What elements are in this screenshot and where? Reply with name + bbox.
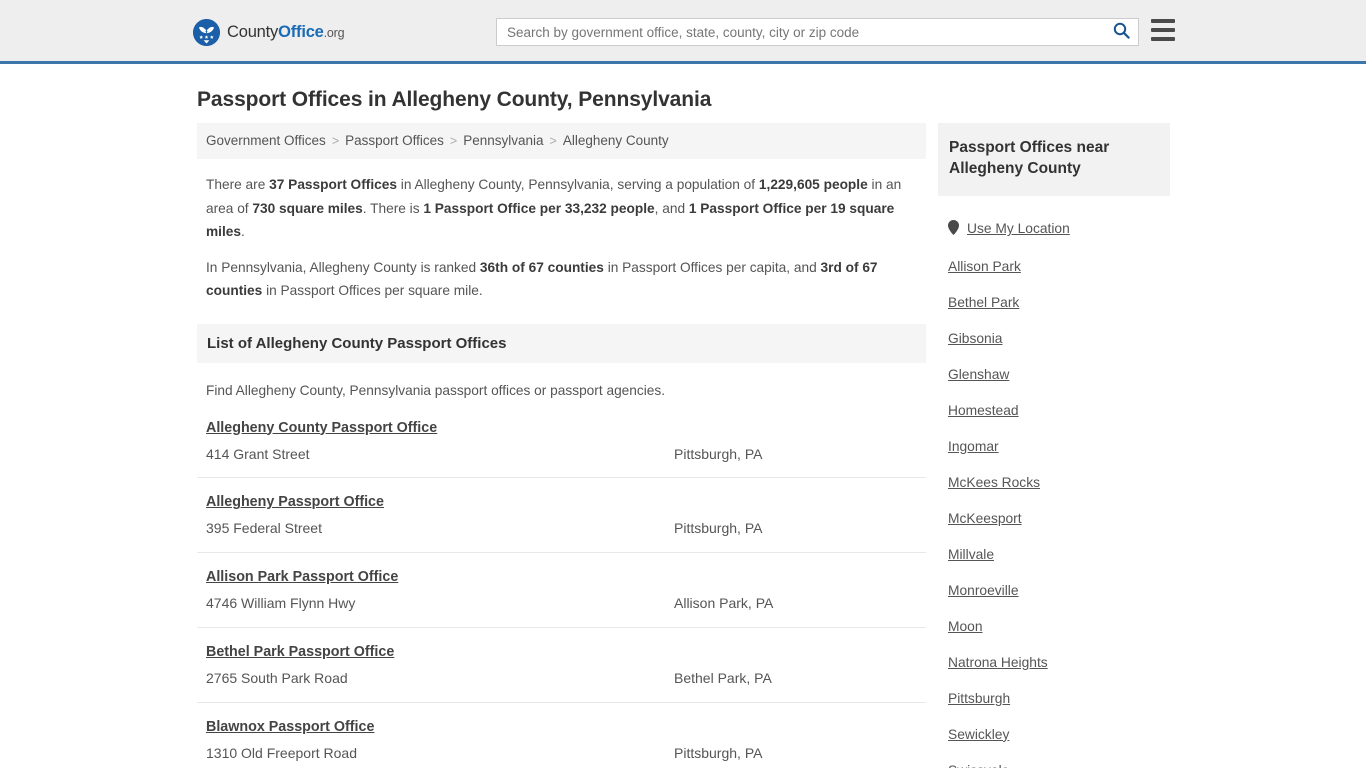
sidebar-city-link[interactable]: Allison Park [948,259,1160,274]
list-section-heading: List of Allegheny County Passport Office… [197,324,926,363]
office-address: 395 Federal Street [206,520,322,537]
intro-stat: 1 Passport Office per 33,232 people [423,200,655,216]
sidebar-city-link[interactable]: Homestead [948,403,1160,418]
office-row: Allegheny County Passport Office 414 Gran… [197,419,926,479]
sidebar-city-link[interactable]: Moon [948,619,1160,634]
sidebar-city-link[interactable]: Bethel Park [948,295,1160,310]
office-city-state: Pittsburgh, PA [674,445,763,462]
office-address: 4746 William Flynn Hwy [206,595,356,612]
search-icon [1113,22,1130,42]
sidebar-city-link[interactable]: Sewickley [948,727,1160,742]
office-row: Bethel Park Passport Office 2765 South Pa… [197,628,926,704]
sidebar: Passport Offices near Allegheny County U… [938,123,1170,768]
list-section-subtitle: Find Allegheny County, Pennsylvania pass… [206,383,666,398]
search-box[interactable] [496,18,1139,46]
office-address: 414 Grant Street [206,445,310,462]
map-pin-icon [948,219,959,238]
breadcrumb-item-2[interactable]: Pennsylvania [463,133,543,148]
sidebar-city-list: Allison Park Bethel Park Gibsonia Glenshaw H… [948,259,1160,768]
logo-word-office: Office [278,23,324,42]
intro-stat: 1,229,605 people [758,177,868,193]
hamburger-menu-icon[interactable] [1151,19,1175,41]
sidebar-city-link[interactable]: McKees Rocks [948,475,1160,490]
use-my-location-label: Use My Location [967,221,1070,237]
intro-text: in Passport Offices per capita, and [603,259,821,275]
office-city-state: Pittsburgh, PA [674,520,763,537]
hamburger-bar [1151,37,1175,41]
breadcrumb-separator: > [331,134,340,148]
sidebar-city-link[interactable]: Glenshaw [948,367,1160,382]
sidebar-city-link[interactable]: Gibsonia [948,331,1160,346]
use-my-location-link[interactable]: Use My Location [948,219,1160,238]
search-button[interactable] [1104,19,1138,45]
office-row: Allison Park Passport Office 4746 William… [197,553,926,629]
office-name-link[interactable]: Allegheny County Passport Office [206,420,437,436]
office-city-state: Bethel Park, PA [674,670,772,687]
office-name-link[interactable]: Blawnox Passport Office [206,719,374,735]
page-title: Passport Offices in Allegheny County, Pe… [197,88,712,111]
eagle-shield-icon [193,19,220,46]
office-detail-line: 414 Grant Street Pittsburgh, PA [206,445,917,464]
logo-wordmark: CountyOffice.org [227,23,345,42]
intro-stat: 730 square miles [252,200,363,216]
office-address: 2765 South Park Road [206,670,348,687]
intro-text: There are [206,177,270,193]
site-logo[interactable]: CountyOffice.org [193,19,345,46]
hamburger-bar [1151,28,1175,32]
site-header: CountyOffice.org [0,0,1366,64]
search-input[interactable] [497,19,1104,45]
office-detail-line: 1310 Old Freeport Road Pittsburgh, PA [206,744,917,763]
office-name-link[interactable]: Allegheny Passport Office [206,494,384,510]
intro-text: In Pennsylvania, Allegheny County is ran… [206,259,480,275]
office-detail-line: 395 Federal Street Pittsburgh, PA [206,519,917,538]
office-city-state: Pittsburgh, PA [674,745,763,762]
logo-word-org: .org [323,26,345,41]
breadcrumb-separator: > [449,134,458,148]
intro-text: in Allegheny County, Pennsylvania, servi… [396,177,759,193]
breadcrumb-separator: > [549,134,557,148]
breadcrumb-item-3: Allegheny County [562,133,669,148]
header-inner: CountyOffice.org [0,0,1366,61]
intro-stat: 36th of 67 counties [479,259,604,275]
intro-text: . [241,224,245,240]
intro-paragraph-2: In Pennsylvania, Allegheny County is ran… [197,256,926,303]
office-row: Allegheny Passport Office 395 Federal Str… [197,478,926,554]
sidebar-city-link[interactable]: McKeesport [948,511,1160,526]
sidebar-city-link[interactable]: Swissvale [948,763,1160,768]
logo-word-county: County [227,23,279,42]
office-detail-line: 2765 South Park Road Bethel Park, PA [206,669,917,688]
sidebar-city-link[interactable]: Ingomar [948,439,1160,454]
breadcrumb-item-0[interactable]: Government Offices [206,133,326,148]
office-row: Blawnox Passport Office 1310 Old Freeport… [197,703,926,768]
hamburger-bar [1151,19,1175,23]
intro-text: in Passport Offices per square mile. [262,283,483,299]
office-address: 1310 Old Freeport Road [206,745,357,762]
office-name-link[interactable]: Bethel Park Passport Office [206,644,394,660]
office-name-link[interactable]: Allison Park Passport Office [206,569,398,585]
breadcrumb-item-1[interactable]: Passport Offices [345,133,444,148]
breadcrumb: Government Offices > Passport Offices > Penn… [197,123,926,160]
office-detail-line: 4746 William Flynn Hwy Allison Park, PA [206,594,917,613]
intro-stat: 37 Passport Offices [269,177,397,193]
intro-text: , and [654,200,689,216]
sidebar-city-link[interactable]: Monroeville [948,583,1160,598]
office-list: Allegheny County Passport Office 414 Gran… [197,419,926,768]
sidebar-heading: Passport Offices near Allegheny County [938,123,1170,196]
sidebar-city-link[interactable]: Millvale [948,547,1160,562]
intro-paragraph-1: There are 37 Passport Offices in Alleghe… [197,173,926,244]
office-city-state: Allison Park, PA [674,595,774,612]
main-content-column: Government Offices > Passport Offices > Penn… [197,123,926,768]
sidebar-city-link[interactable]: Natrona Heights [948,655,1160,670]
intro-text: . There is [362,200,424,216]
sidebar-city-link[interactable]: Pittsburgh [948,691,1160,706]
sidebar-links: Use My Location Allison Park Bethel Park G… [938,219,1170,768]
